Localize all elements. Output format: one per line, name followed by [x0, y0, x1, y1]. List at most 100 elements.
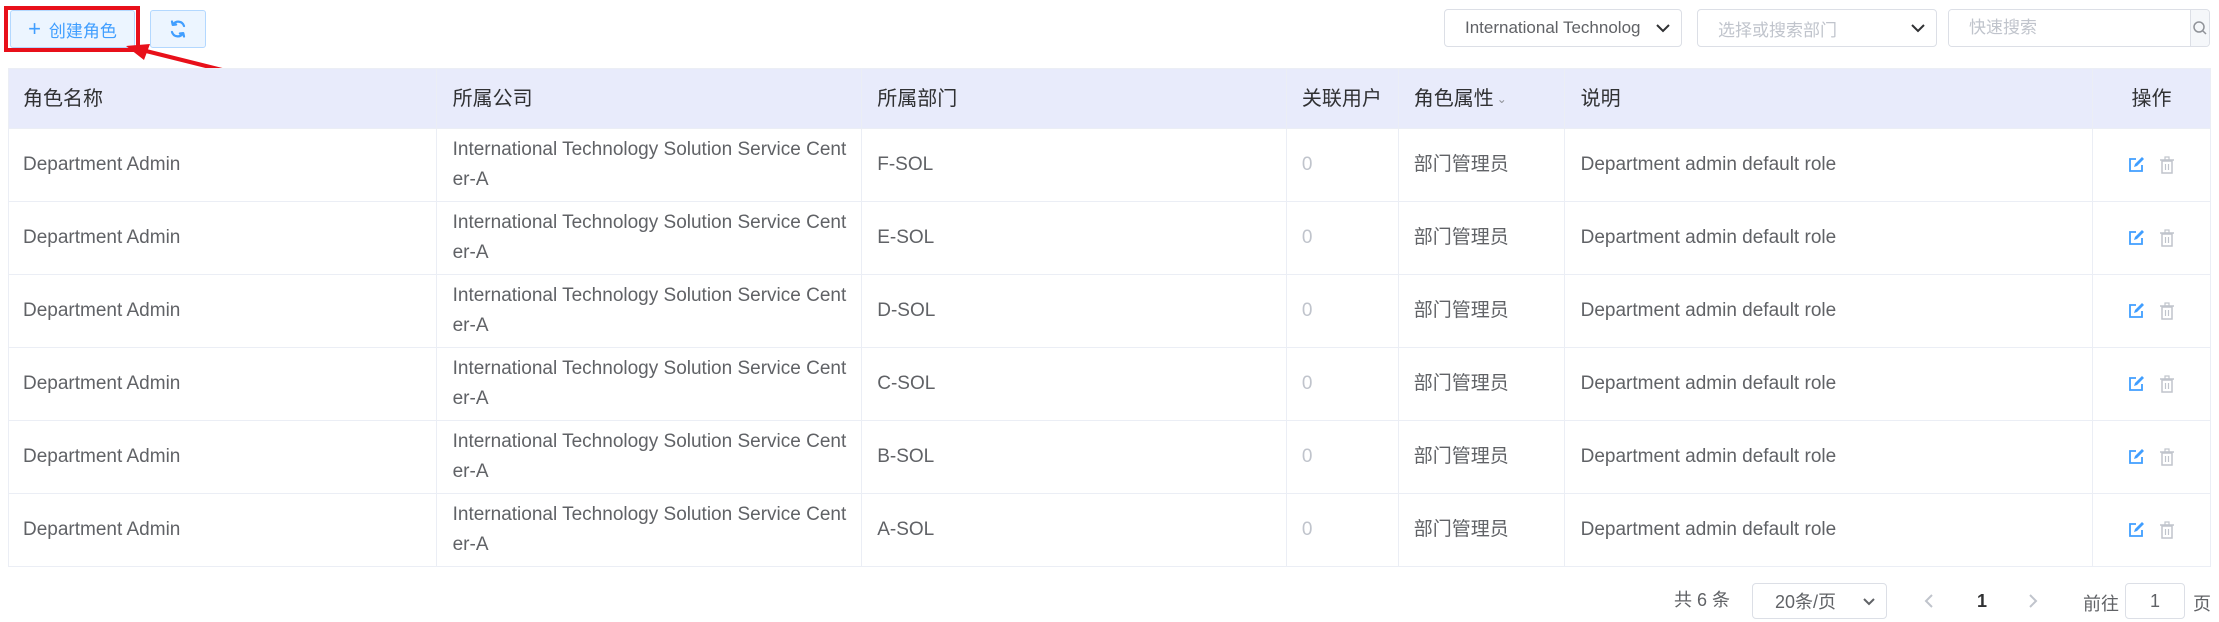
table-row: Department Admin International Technolog…	[9, 494, 2210, 567]
cell-company-text: International Technology Solution Servic…	[452, 285, 847, 336]
table-row: Department Admin International Technolog…	[9, 421, 2210, 494]
edit-icon[interactable]	[2125, 519, 2147, 541]
cell-department: A-SOL	[862, 494, 1287, 566]
row-actions	[2093, 373, 2210, 395]
cell-company-text: International Technology Solution Servic…	[452, 504, 847, 555]
chevron-down-icon	[1900, 23, 1936, 33]
edit-icon[interactable]	[2125, 373, 2147, 395]
cell-company-text: International Technology Solution Servic…	[452, 358, 847, 409]
cell-users: 0	[1287, 275, 1399, 347]
refresh-button[interactable]	[150, 10, 206, 48]
cell-company: International Technology Solution Servic…	[437, 275, 863, 347]
department-select[interactable]: 选择或搜索部门	[1697, 9, 1937, 47]
chevron-down-icon	[1852, 597, 1886, 606]
cell-role-name: Department Admin	[9, 202, 437, 274]
cell-role-name: Department Admin	[9, 421, 437, 493]
search-button[interactable]	[2190, 10, 2209, 46]
cell-attribute: 部门管理员	[1399, 202, 1565, 274]
cell-actions	[2093, 494, 2210, 566]
department-select-placeholder: 选择或搜索部门	[1718, 20, 1837, 40]
column-header-users: 关联用户	[1287, 69, 1399, 128]
create-role-label: 创建角色	[48, 21, 117, 41]
cell-description: Department admin default role	[1565, 421, 2094, 493]
cell-users: 0	[1287, 202, 1399, 274]
column-header-attribute[interactable]: 角色属性 ⌄	[1399, 69, 1565, 128]
company-select[interactable]: International Technolog	[1444, 9, 1682, 47]
cell-attribute: 部门管理员	[1399, 421, 1565, 493]
column-header-department: 所属部门	[862, 69, 1287, 128]
cell-users: 0	[1287, 129, 1399, 201]
page-size-select[interactable]: 20条/页	[1752, 583, 1887, 619]
cell-attribute: 部门管理员	[1399, 275, 1565, 347]
table-header: 角色名称 所属公司 所属部门 关联用户 角色属性 ⌄ 说明 操作	[9, 69, 2210, 129]
cell-description: Department admin default role	[1565, 129, 2094, 201]
edit-icon[interactable]	[2125, 154, 2147, 176]
chevron-down-icon	[1645, 23, 1681, 33]
cell-company: International Technology Solution Servic…	[437, 494, 863, 566]
cell-company-text: International Technology Solution Servic…	[452, 431, 847, 482]
cell-description: Department admin default role	[1565, 494, 2094, 566]
cell-role-name: Department Admin	[9, 275, 437, 347]
cell-users: 0	[1287, 348, 1399, 420]
search-icon	[2193, 21, 2207, 35]
goto-label: 前往	[2083, 594, 2119, 614]
delete-icon[interactable]	[2156, 446, 2178, 468]
cell-attribute: 部门管理员	[1399, 129, 1565, 201]
page-number-current[interactable]: 1	[1962, 588, 2002, 614]
refresh-icon	[170, 20, 186, 38]
cell-company: International Technology Solution Servic…	[437, 202, 863, 274]
cell-attribute: 部门管理员	[1399, 348, 1565, 420]
column-header-attribute-label: 角色属性	[1413, 87, 1494, 110]
cell-attribute: 部门管理员	[1399, 494, 1565, 566]
delete-icon[interactable]	[2156, 227, 2178, 249]
column-header-description: 说明	[1565, 69, 2094, 128]
filter-caret-icon[interactable]: ⌄	[1497, 84, 1507, 114]
cell-department: C-SOL	[862, 348, 1287, 420]
delete-icon[interactable]	[2156, 373, 2178, 395]
row-actions	[2093, 227, 2210, 249]
edit-icon[interactable]	[2125, 300, 2147, 322]
edit-icon[interactable]	[2125, 446, 2147, 468]
table-row: Department Admin International Technolog…	[9, 202, 2210, 275]
cell-actions	[2093, 421, 2210, 493]
chevron-left-icon	[1924, 594, 1933, 608]
table-row: Department Admin International Technolog…	[9, 348, 2210, 421]
prev-page-button[interactable]	[1914, 588, 1944, 614]
search-input[interactable]	[1949, 10, 2190, 46]
cell-actions	[2093, 275, 2210, 347]
row-actions	[2093, 519, 2210, 541]
cell-role-name: Department Admin	[9, 129, 437, 201]
cell-department: F-SOL	[862, 129, 1287, 201]
cell-users: 0	[1287, 421, 1399, 493]
column-header-actions: 操作	[2131, 87, 2172, 110]
next-page-button[interactable]	[2018, 588, 2048, 614]
cell-users: 0	[1287, 494, 1399, 566]
delete-icon[interactable]	[2156, 154, 2178, 176]
cell-role-name: Department Admin	[9, 348, 437, 420]
column-header-role-name: 角色名称	[9, 69, 437, 128]
page-size-value: 20条/页	[1775, 592, 1837, 612]
chevron-right-icon	[2029, 594, 2038, 608]
cell-company: International Technology Solution Servic…	[437, 129, 863, 201]
cell-actions	[2093, 129, 2210, 201]
goto-page-input[interactable]	[2125, 583, 2185, 619]
cell-company: International Technology Solution Servic…	[437, 348, 863, 420]
cell-role-name: Department Admin	[9, 494, 437, 566]
create-role-button[interactable]: + 创建角色	[10, 10, 135, 48]
company-select-value: International Technolog	[1465, 18, 1641, 37]
table-row: Department Admin International Technolog…	[9, 129, 2210, 202]
pagination-total: 共 6 条	[1674, 590, 1731, 610]
delete-icon[interactable]	[2156, 519, 2178, 541]
plus-icon: +	[28, 16, 41, 41]
cell-company-text: International Technology Solution Servic…	[452, 212, 847, 263]
cell-department: B-SOL	[862, 421, 1287, 493]
cell-company-text: International Technology Solution Servic…	[452, 139, 847, 190]
cell-company: International Technology Solution Servic…	[437, 421, 863, 493]
cell-description: Department admin default role	[1565, 202, 2094, 274]
edit-icon[interactable]	[2125, 227, 2147, 249]
quick-search	[1948, 9, 2210, 47]
delete-icon[interactable]	[2156, 300, 2178, 322]
cell-actions	[2093, 348, 2210, 420]
toolbar: + 创建角色 International Technolog 选择或搜索部门	[0, 0, 2219, 76]
row-actions	[2093, 446, 2210, 468]
